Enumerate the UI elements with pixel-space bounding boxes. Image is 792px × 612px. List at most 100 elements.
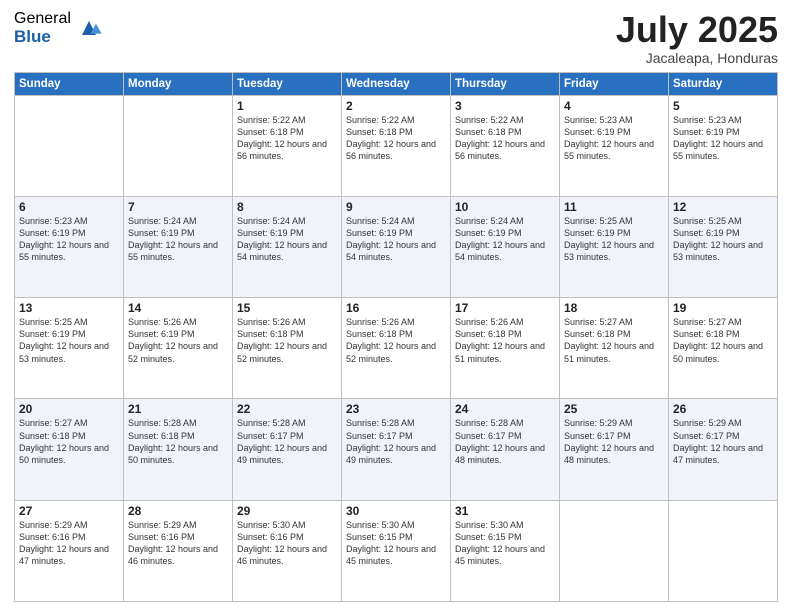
day-info: Sunrise: 5:26 AMSunset: 6:18 PMDaylight:… bbox=[237, 316, 337, 365]
day-of-week-header: Friday bbox=[560, 72, 669, 95]
calendar-day-cell: 23Sunrise: 5:28 AMSunset: 6:17 PMDayligh… bbox=[342, 399, 451, 500]
calendar-day-cell: 4Sunrise: 5:23 AMSunset: 6:19 PMDaylight… bbox=[560, 95, 669, 196]
calendar-day-cell: 8Sunrise: 5:24 AMSunset: 6:19 PMDaylight… bbox=[233, 196, 342, 297]
day-number: 31 bbox=[455, 504, 555, 518]
calendar-day-cell: 25Sunrise: 5:29 AMSunset: 6:17 PMDayligh… bbox=[560, 399, 669, 500]
day-info: Sunrise: 5:30 AMSunset: 6:15 PMDaylight:… bbox=[346, 519, 446, 568]
day-info: Sunrise: 5:25 AMSunset: 6:19 PMDaylight:… bbox=[673, 215, 773, 264]
day-number: 19 bbox=[673, 301, 773, 315]
day-number: 29 bbox=[237, 504, 337, 518]
day-number: 17 bbox=[455, 301, 555, 315]
day-info: Sunrise: 5:27 AMSunset: 6:18 PMDaylight:… bbox=[564, 316, 664, 365]
day-info: Sunrise: 5:23 AMSunset: 6:19 PMDaylight:… bbox=[564, 114, 664, 163]
calendar-day-cell bbox=[560, 500, 669, 601]
day-info: Sunrise: 5:24 AMSunset: 6:19 PMDaylight:… bbox=[346, 215, 446, 264]
calendar-day-cell: 29Sunrise: 5:30 AMSunset: 6:16 PMDayligh… bbox=[233, 500, 342, 601]
day-info: Sunrise: 5:24 AMSunset: 6:19 PMDaylight:… bbox=[128, 215, 228, 264]
day-of-week-header: Sunday bbox=[15, 72, 124, 95]
calendar-day-cell bbox=[669, 500, 778, 601]
day-number: 24 bbox=[455, 402, 555, 416]
calendar-week-row: 6Sunrise: 5:23 AMSunset: 6:19 PMDaylight… bbox=[15, 196, 778, 297]
calendar-day-cell: 12Sunrise: 5:25 AMSunset: 6:19 PMDayligh… bbox=[669, 196, 778, 297]
calendar-day-cell bbox=[15, 95, 124, 196]
day-number: 20 bbox=[19, 402, 119, 416]
day-number: 7 bbox=[128, 200, 228, 214]
calendar-day-cell: 13Sunrise: 5:25 AMSunset: 6:19 PMDayligh… bbox=[15, 298, 124, 399]
day-number: 11 bbox=[564, 200, 664, 214]
day-info: Sunrise: 5:23 AMSunset: 6:19 PMDaylight:… bbox=[673, 114, 773, 163]
logo-blue: Blue bbox=[14, 28, 71, 47]
day-of-week-header: Wednesday bbox=[342, 72, 451, 95]
calendar-day-cell: 14Sunrise: 5:26 AMSunset: 6:19 PMDayligh… bbox=[124, 298, 233, 399]
day-info: Sunrise: 5:22 AMSunset: 6:18 PMDaylight:… bbox=[346, 114, 446, 163]
calendar-day-cell: 1Sunrise: 5:22 AMSunset: 6:18 PMDaylight… bbox=[233, 95, 342, 196]
calendar-day-cell: 27Sunrise: 5:29 AMSunset: 6:16 PMDayligh… bbox=[15, 500, 124, 601]
day-number: 15 bbox=[237, 301, 337, 315]
calendar-day-cell: 7Sunrise: 5:24 AMSunset: 6:19 PMDaylight… bbox=[124, 196, 233, 297]
calendar-day-cell: 20Sunrise: 5:27 AMSunset: 6:18 PMDayligh… bbox=[15, 399, 124, 500]
logo-icon bbox=[75, 14, 103, 42]
day-number: 2 bbox=[346, 99, 446, 113]
day-number: 9 bbox=[346, 200, 446, 214]
day-number: 5 bbox=[673, 99, 773, 113]
logo: General Blue bbox=[14, 10, 103, 46]
day-number: 14 bbox=[128, 301, 228, 315]
calendar-day-cell: 26Sunrise: 5:29 AMSunset: 6:17 PMDayligh… bbox=[669, 399, 778, 500]
calendar-day-cell: 3Sunrise: 5:22 AMSunset: 6:18 PMDaylight… bbox=[451, 95, 560, 196]
calendar-day-cell: 16Sunrise: 5:26 AMSunset: 6:18 PMDayligh… bbox=[342, 298, 451, 399]
day-number: 28 bbox=[128, 504, 228, 518]
day-of-week-header: Tuesday bbox=[233, 72, 342, 95]
calendar-day-cell: 19Sunrise: 5:27 AMSunset: 6:18 PMDayligh… bbox=[669, 298, 778, 399]
day-info: Sunrise: 5:29 AMSunset: 6:17 PMDaylight:… bbox=[673, 417, 773, 466]
calendar-day-cell: 2Sunrise: 5:22 AMSunset: 6:18 PMDaylight… bbox=[342, 95, 451, 196]
calendar-week-row: 27Sunrise: 5:29 AMSunset: 6:16 PMDayligh… bbox=[15, 500, 778, 601]
day-number: 6 bbox=[19, 200, 119, 214]
day-info: Sunrise: 5:26 AMSunset: 6:18 PMDaylight:… bbox=[455, 316, 555, 365]
day-number: 10 bbox=[455, 200, 555, 214]
day-info: Sunrise: 5:27 AMSunset: 6:18 PMDaylight:… bbox=[673, 316, 773, 365]
day-info: Sunrise: 5:22 AMSunset: 6:18 PMDaylight:… bbox=[237, 114, 337, 163]
day-info: Sunrise: 5:27 AMSunset: 6:18 PMDaylight:… bbox=[19, 417, 119, 466]
day-info: Sunrise: 5:22 AMSunset: 6:18 PMDaylight:… bbox=[455, 114, 555, 163]
day-info: Sunrise: 5:28 AMSunset: 6:17 PMDaylight:… bbox=[346, 417, 446, 466]
day-number: 13 bbox=[19, 301, 119, 315]
day-info: Sunrise: 5:28 AMSunset: 6:17 PMDaylight:… bbox=[455, 417, 555, 466]
calendar-day-cell bbox=[124, 95, 233, 196]
day-number: 25 bbox=[564, 402, 664, 416]
day-info: Sunrise: 5:28 AMSunset: 6:17 PMDaylight:… bbox=[237, 417, 337, 466]
day-number: 16 bbox=[346, 301, 446, 315]
day-number: 22 bbox=[237, 402, 337, 416]
day-info: Sunrise: 5:29 AMSunset: 6:16 PMDaylight:… bbox=[128, 519, 228, 568]
calendar-day-cell: 11Sunrise: 5:25 AMSunset: 6:19 PMDayligh… bbox=[560, 196, 669, 297]
title-block: July 2025 Jacaleapa, Honduras bbox=[616, 10, 778, 66]
main-title: July 2025 bbox=[616, 10, 778, 50]
day-number: 8 bbox=[237, 200, 337, 214]
calendar-day-cell: 9Sunrise: 5:24 AMSunset: 6:19 PMDaylight… bbox=[342, 196, 451, 297]
day-info: Sunrise: 5:30 AMSunset: 6:16 PMDaylight:… bbox=[237, 519, 337, 568]
calendar-day-cell: 31Sunrise: 5:30 AMSunset: 6:15 PMDayligh… bbox=[451, 500, 560, 601]
day-of-week-header: Saturday bbox=[669, 72, 778, 95]
day-number: 1 bbox=[237, 99, 337, 113]
day-info: Sunrise: 5:30 AMSunset: 6:15 PMDaylight:… bbox=[455, 519, 555, 568]
calendar-day-cell: 21Sunrise: 5:28 AMSunset: 6:18 PMDayligh… bbox=[124, 399, 233, 500]
day-of-week-header: Thursday bbox=[451, 72, 560, 95]
calendar-week-row: 20Sunrise: 5:27 AMSunset: 6:18 PMDayligh… bbox=[15, 399, 778, 500]
page: General Blue July 2025 Jacaleapa, Hondur… bbox=[0, 0, 792, 612]
calendar-day-cell: 15Sunrise: 5:26 AMSunset: 6:18 PMDayligh… bbox=[233, 298, 342, 399]
day-info: Sunrise: 5:24 AMSunset: 6:19 PMDaylight:… bbox=[455, 215, 555, 264]
day-number: 3 bbox=[455, 99, 555, 113]
logo-general: General bbox=[14, 10, 71, 28]
day-number: 30 bbox=[346, 504, 446, 518]
calendar-day-cell: 6Sunrise: 5:23 AMSunset: 6:19 PMDaylight… bbox=[15, 196, 124, 297]
calendar-table: SundayMondayTuesdayWednesdayThursdayFrid… bbox=[14, 72, 778, 602]
calendar-week-row: 13Sunrise: 5:25 AMSunset: 6:19 PMDayligh… bbox=[15, 298, 778, 399]
calendar-week-row: 1Sunrise: 5:22 AMSunset: 6:18 PMDaylight… bbox=[15, 95, 778, 196]
day-number: 18 bbox=[564, 301, 664, 315]
day-number: 12 bbox=[673, 200, 773, 214]
day-info: Sunrise: 5:23 AMSunset: 6:19 PMDaylight:… bbox=[19, 215, 119, 264]
day-info: Sunrise: 5:25 AMSunset: 6:19 PMDaylight:… bbox=[564, 215, 664, 264]
day-info: Sunrise: 5:24 AMSunset: 6:19 PMDaylight:… bbox=[237, 215, 337, 264]
logo-text: General Blue bbox=[14, 10, 71, 46]
day-info: Sunrise: 5:29 AMSunset: 6:16 PMDaylight:… bbox=[19, 519, 119, 568]
day-number: 23 bbox=[346, 402, 446, 416]
